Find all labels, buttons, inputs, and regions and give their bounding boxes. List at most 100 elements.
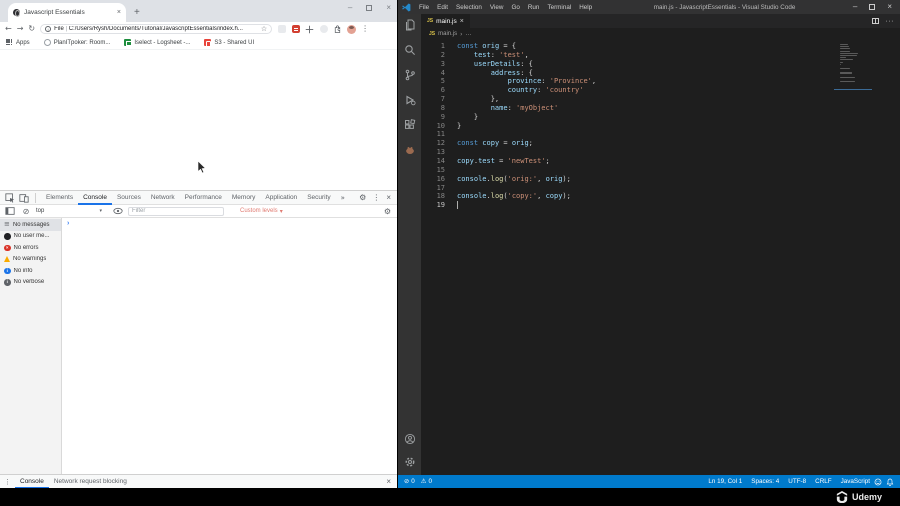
menu-view[interactable]: View (486, 4, 508, 11)
split-editor-icon[interactable] (871, 18, 879, 24)
devtools-close-icon[interactable]: × (386, 193, 391, 203)
more-tabs-icon[interactable]: » (338, 194, 348, 202)
console-filter-input[interactable] (128, 206, 224, 216)
devtools-settings-gear-icon[interactable]: ⚙ (359, 193, 366, 203)
profile-avatar[interactable] (347, 24, 357, 34)
bookmark-item[interactable]: Iselect - Logsheet -... (124, 39, 190, 46)
minimize-button[interactable]: – (853, 3, 857, 11)
devtools-tab-elements[interactable]: Elements (41, 191, 78, 205)
drawer-close-icon[interactable]: × (386, 477, 393, 486)
status-javascript[interactable]: JavaScript (841, 478, 870, 485)
breadcrumb[interactable]: JS main.js › … (421, 28, 900, 40)
run-debug-icon[interactable] (403, 93, 417, 107)
menu-edit[interactable]: Edit (433, 4, 452, 11)
extension-icon[interactable] (319, 25, 328, 34)
close-button[interactable]: × (887, 3, 892, 11)
browser-menu-kebab-icon[interactable]: ⋮ (361, 24, 369, 34)
devtools-tab-application[interactable]: Application (260, 191, 302, 205)
notifications-bell-icon[interactable] (886, 478, 894, 486)
console-filter-warn[interactable]: No warnings (0, 254, 61, 266)
extension-icon[interactable] (277, 25, 286, 34)
status-ln[interactable]: Ln 19, Col 1 (708, 478, 742, 485)
console-sidebar-toggle-icon[interactable] (4, 206, 16, 217)
tab-close-icon[interactable]: × (117, 9, 121, 16)
editor-tab-mainjs[interactable]: JS main.js × (421, 14, 471, 28)
tab-close-icon[interactable]: × (460, 18, 464, 25)
minimize-button[interactable]: – (348, 4, 352, 12)
log-levels-dropdown[interactable]: Custom levels ▾ (240, 208, 283, 215)
browser-tab[interactable]: Javascript Essentials × (8, 3, 126, 22)
console-prompt-chevron[interactable]: › (67, 220, 69, 227)
back-icon[interactable]: ← (5, 24, 12, 34)
status-problem-item[interactable]: ⊘ 0 (404, 478, 415, 485)
js-file-icon: JS (429, 31, 436, 37)
bookmark-item[interactable]: Apps (6, 39, 30, 46)
console-filter-info[interactable]: i No info (0, 265, 61, 277)
devtools-tab-sources[interactable]: Sources (112, 191, 146, 205)
menu-selection[interactable]: Selection (452, 4, 486, 11)
address-bar[interactable]: i File | C:/Users/Rysh/Documents/Tutoria… (40, 24, 273, 34)
menu-go[interactable]: Go (507, 4, 523, 11)
console-messages-area[interactable]: › (62, 218, 397, 474)
new-tab-button[interactable]: + (134, 4, 140, 22)
status-crlf[interactable]: CRLF (815, 478, 831, 485)
clear-console-icon[interactable]: ⊘ (20, 206, 32, 217)
close-button[interactable]: × (386, 4, 391, 12)
extensions-icon[interactable] (403, 118, 417, 132)
forward-icon[interactable]: → (17, 24, 24, 34)
devtools-tab-memory[interactable]: Memory (227, 191, 260, 205)
move-extension-icon[interactable] (305, 25, 314, 34)
search-icon[interactable] (403, 43, 417, 57)
feedback-smiley-icon[interactable] (874, 478, 882, 486)
live-expression-eye-icon[interactable] (112, 206, 124, 217)
drawer-tab-console[interactable]: Console (15, 475, 49, 489)
devtools-kebab-icon[interactable]: ⋮ (372, 193, 380, 203)
extension-red-icon[interactable] (291, 25, 300, 34)
console-settings-gear-icon[interactable]: ⚙ (384, 207, 393, 216)
device-toolbar-icon[interactable] (18, 192, 30, 203)
devtools-tabs: Elements Console Sources Network Performance… (41, 191, 336, 205)
drawer-kebab-icon[interactable]: ⋮ (4, 478, 11, 486)
status-problems[interactable]: ⊘ 0 ⚠ 0 (404, 478, 432, 485)
browser-tab-strip: Javascript Essentials × + – × (0, 0, 397, 22)
bookmark-item[interactable]: S3 - Shared UI (204, 39, 254, 47)
settings-gear-icon[interactable] (403, 455, 417, 469)
maximize-button[interactable] (366, 5, 373, 11)
console-filter-user[interactable]: No user me... (0, 231, 61, 243)
page-info-icon[interactable]: i (45, 26, 52, 32)
status-spaces[interactable]: Spaces: 4 (751, 478, 779, 485)
explorer-icon[interactable] (403, 18, 417, 32)
bookmark-item[interactable]: PlanITpoker: Room... (43, 39, 110, 46)
maximize-button[interactable] (869, 4, 876, 10)
page-viewport[interactable] (0, 50, 397, 190)
minimap[interactable] (834, 44, 872, 90)
extension-custom-icon[interactable] (403, 143, 417, 157)
bookmark-star-icon[interactable]: ☆ (261, 25, 267, 33)
url-text[interactable]: File | C:/Users/Rysh/Documents/Tutorial/… (54, 26, 258, 32)
code-text: console.log('copy:', copy); (457, 192, 571, 201)
menu-help[interactable]: Help (575, 4, 596, 11)
code-text: test: 'test', (473, 50, 529, 59)
refresh-icon[interactable]: ↻ (28, 24, 35, 34)
source-control-icon[interactable] (403, 68, 417, 82)
execution-context-selector[interactable]: top ▾ (36, 208, 108, 214)
editor-more-actions-icon[interactable]: ··· (886, 18, 895, 25)
menu-terminal[interactable]: Terminal (543, 4, 575, 11)
extensions-puzzle-icon[interactable] (333, 24, 342, 34)
status-utf-8[interactable]: UTF-8 (788, 478, 806, 485)
inspect-element-icon[interactable] (4, 192, 16, 203)
menu-run[interactable]: Run (524, 4, 544, 11)
status-problem-item[interactable]: ⚠ 0 (421, 478, 432, 485)
menu-file[interactable]: File (415, 4, 433, 11)
code-editor[interactable]: 1 const orig = {2 test: 'test', 3 userDeta… (421, 40, 900, 475)
accounts-icon[interactable] (403, 432, 417, 446)
devtools-tab-security[interactable]: Security (302, 191, 335, 205)
console-filter-messages[interactable]: ≡ No messages (0, 219, 61, 231)
devtools-tab-performance[interactable]: Performance (180, 191, 227, 205)
devtools-tab-console[interactable]: Console (78, 191, 112, 205)
line-number: 5 (440, 77, 445, 86)
devtools-tab-network[interactable]: Network (146, 191, 180, 205)
drawer-tab-network-request-blocking[interactable]: Network request blocking (49, 475, 132, 489)
console-filter-verbose[interactable]: i No verbose (0, 277, 61, 289)
console-filter-error[interactable]: × No errors (0, 242, 61, 254)
